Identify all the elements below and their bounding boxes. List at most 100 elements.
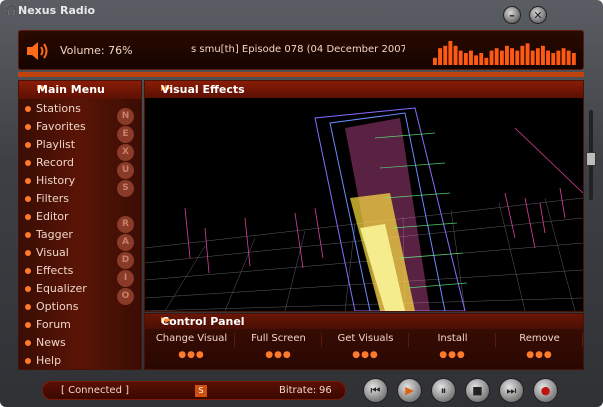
spectrum-bar (448, 41, 453, 65)
record-button[interactable]: ● (533, 378, 558, 403)
spectrum-bar (510, 48, 514, 65)
volume-slider[interactable] (586, 110, 596, 370)
bullet-icon (25, 340, 31, 346)
control-panel-header: ▶▶ Control Panel (145, 314, 583, 329)
spectrum-analyzer (433, 41, 576, 65)
slider-thumb[interactable] (586, 152, 596, 166)
bitrate-label: Bitrate: (279, 385, 317, 396)
status-bar: [ Connected ] S Bitrate: 96 (42, 381, 346, 400)
speaker-icon[interactable] (25, 39, 51, 63)
minimize-button[interactable]: – (503, 6, 521, 24)
bitrate-value: 96 (319, 385, 332, 396)
indicator-dots: ●●● (178, 350, 205, 360)
bullet-icon (25, 142, 31, 148)
visualization-canvas (145, 107, 583, 311)
app-window: 🎧 Nexus Radio – ✕ Volume: 76% s smu[th] … (0, 0, 603, 407)
sidebar-item-label: Effects (36, 264, 74, 277)
spectrum-bar (571, 53, 576, 65)
bullet-icon (25, 250, 31, 256)
sidebar-item-label: Stations (36, 102, 81, 115)
spectrum-bar (469, 50, 473, 65)
sidebar-item-label: Options (36, 300, 79, 313)
change-visual-button[interactable]: Change Visual (149, 333, 235, 347)
indicator-dots: ●●● (352, 350, 379, 360)
status-badge: S (195, 385, 207, 397)
bullet-icon (25, 214, 31, 220)
remove-button[interactable]: Remove (497, 333, 583, 347)
brand-letter: I (117, 270, 134, 287)
bullet-icon (25, 178, 31, 184)
spectrum-bar (515, 50, 520, 65)
spectrum-bar (530, 50, 535, 65)
brand-letter: R (117, 216, 134, 233)
next-button[interactable]: ⏭ (499, 378, 524, 403)
spectrum-bar (494, 48, 499, 65)
main-menu-panel: ▶▶ Main Menu Stations Favorites Playlist Re… (18, 80, 142, 370)
spectrum-bar (541, 45, 545, 65)
spectrum-bar (479, 53, 484, 65)
bullet-icon (25, 322, 31, 328)
full-screen-button[interactable]: Full Screen (236, 333, 322, 347)
play-button[interactable]: ▶ (397, 378, 422, 403)
spectrum-bar (443, 45, 448, 65)
brand-letter: S (117, 180, 134, 197)
indicator-dots: ●●● (526, 350, 553, 360)
brand-letter: A (117, 234, 134, 251)
spectrum-bar (458, 50, 463, 65)
title-bar: 🎧 Nexus Radio – ✕ (0, 0, 603, 24)
sidebar-item-help[interactable]: Help (19, 352, 141, 370)
spectrum-bar (484, 57, 489, 65)
bullet-icon (25, 232, 31, 238)
sidebar-item-label: Equalizer (36, 282, 87, 295)
volume-label: Volume: 76% (60, 44, 133, 57)
bullet-icon (25, 286, 31, 292)
now-playing-panel: Volume: 76% s smu[th] Episode 078 (04 De… (18, 30, 584, 70)
connection-status: [ Connected ] (61, 385, 130, 396)
app-title: Nexus Radio (18, 4, 96, 17)
bullet-icon (25, 304, 31, 310)
sidebar-item-label: News (36, 336, 66, 349)
spectrum-bar (499, 50, 504, 65)
sidebar-item-label: Help (36, 354, 62, 367)
spectrum-bar (546, 50, 550, 65)
main-menu-header: ▶▶ Main Menu (19, 81, 141, 99)
spectrum-bar (520, 45, 525, 65)
brand-letter: O (117, 288, 134, 305)
sidebar-item-forum[interactable]: Forum (19, 316, 141, 334)
install-button[interactable]: Install (410, 333, 496, 347)
header-divider (18, 72, 584, 77)
bullet-icon (25, 358, 31, 364)
brand-letter: U (117, 162, 134, 179)
spectrum-bar (566, 50, 571, 65)
sidebar-item-label: Tagger (36, 228, 73, 241)
get-visuals-button[interactable]: Get Visuals (323, 333, 409, 347)
spectrum-bar (463, 53, 468, 65)
brand-letter: X (117, 144, 134, 161)
bullet-icon (25, 160, 31, 166)
sidebar-item-news[interactable]: News (19, 334, 141, 352)
spectrum-bar (535, 48, 540, 65)
brand-letter: N (117, 108, 134, 125)
bullet-icon (25, 106, 31, 112)
sidebar-item-label: Favorites (36, 120, 86, 133)
spectrum-bar (551, 53, 556, 65)
stop-button[interactable]: ■ (465, 378, 490, 403)
nexus-radio-letters: NEXUS RADIO (117, 108, 135, 306)
bullet-icon (25, 124, 31, 130)
sidebar-item-label: Record (36, 156, 75, 169)
sidebar-item-label: Filters (36, 192, 69, 205)
spectrum-bar (561, 48, 566, 65)
bullet-icon (25, 268, 31, 274)
spectrum-bar (433, 57, 437, 65)
headphones-icon: 🎧 (5, 5, 18, 16)
prev-button[interactable]: ⏮ (363, 378, 388, 403)
spectrum-bar (438, 48, 442, 65)
pause-button[interactable]: ⏸ (431, 378, 456, 403)
indicator-dots: ●●● (265, 350, 292, 360)
spectrum-bar (525, 43, 530, 65)
spectrum-bar (453, 45, 458, 65)
sidebar-item-label: History (36, 174, 76, 187)
close-button[interactable]: ✕ (529, 6, 547, 24)
spectrum-bar (474, 55, 478, 65)
visual-effects-panel: ▶▶ Visual Effects (144, 80, 584, 312)
